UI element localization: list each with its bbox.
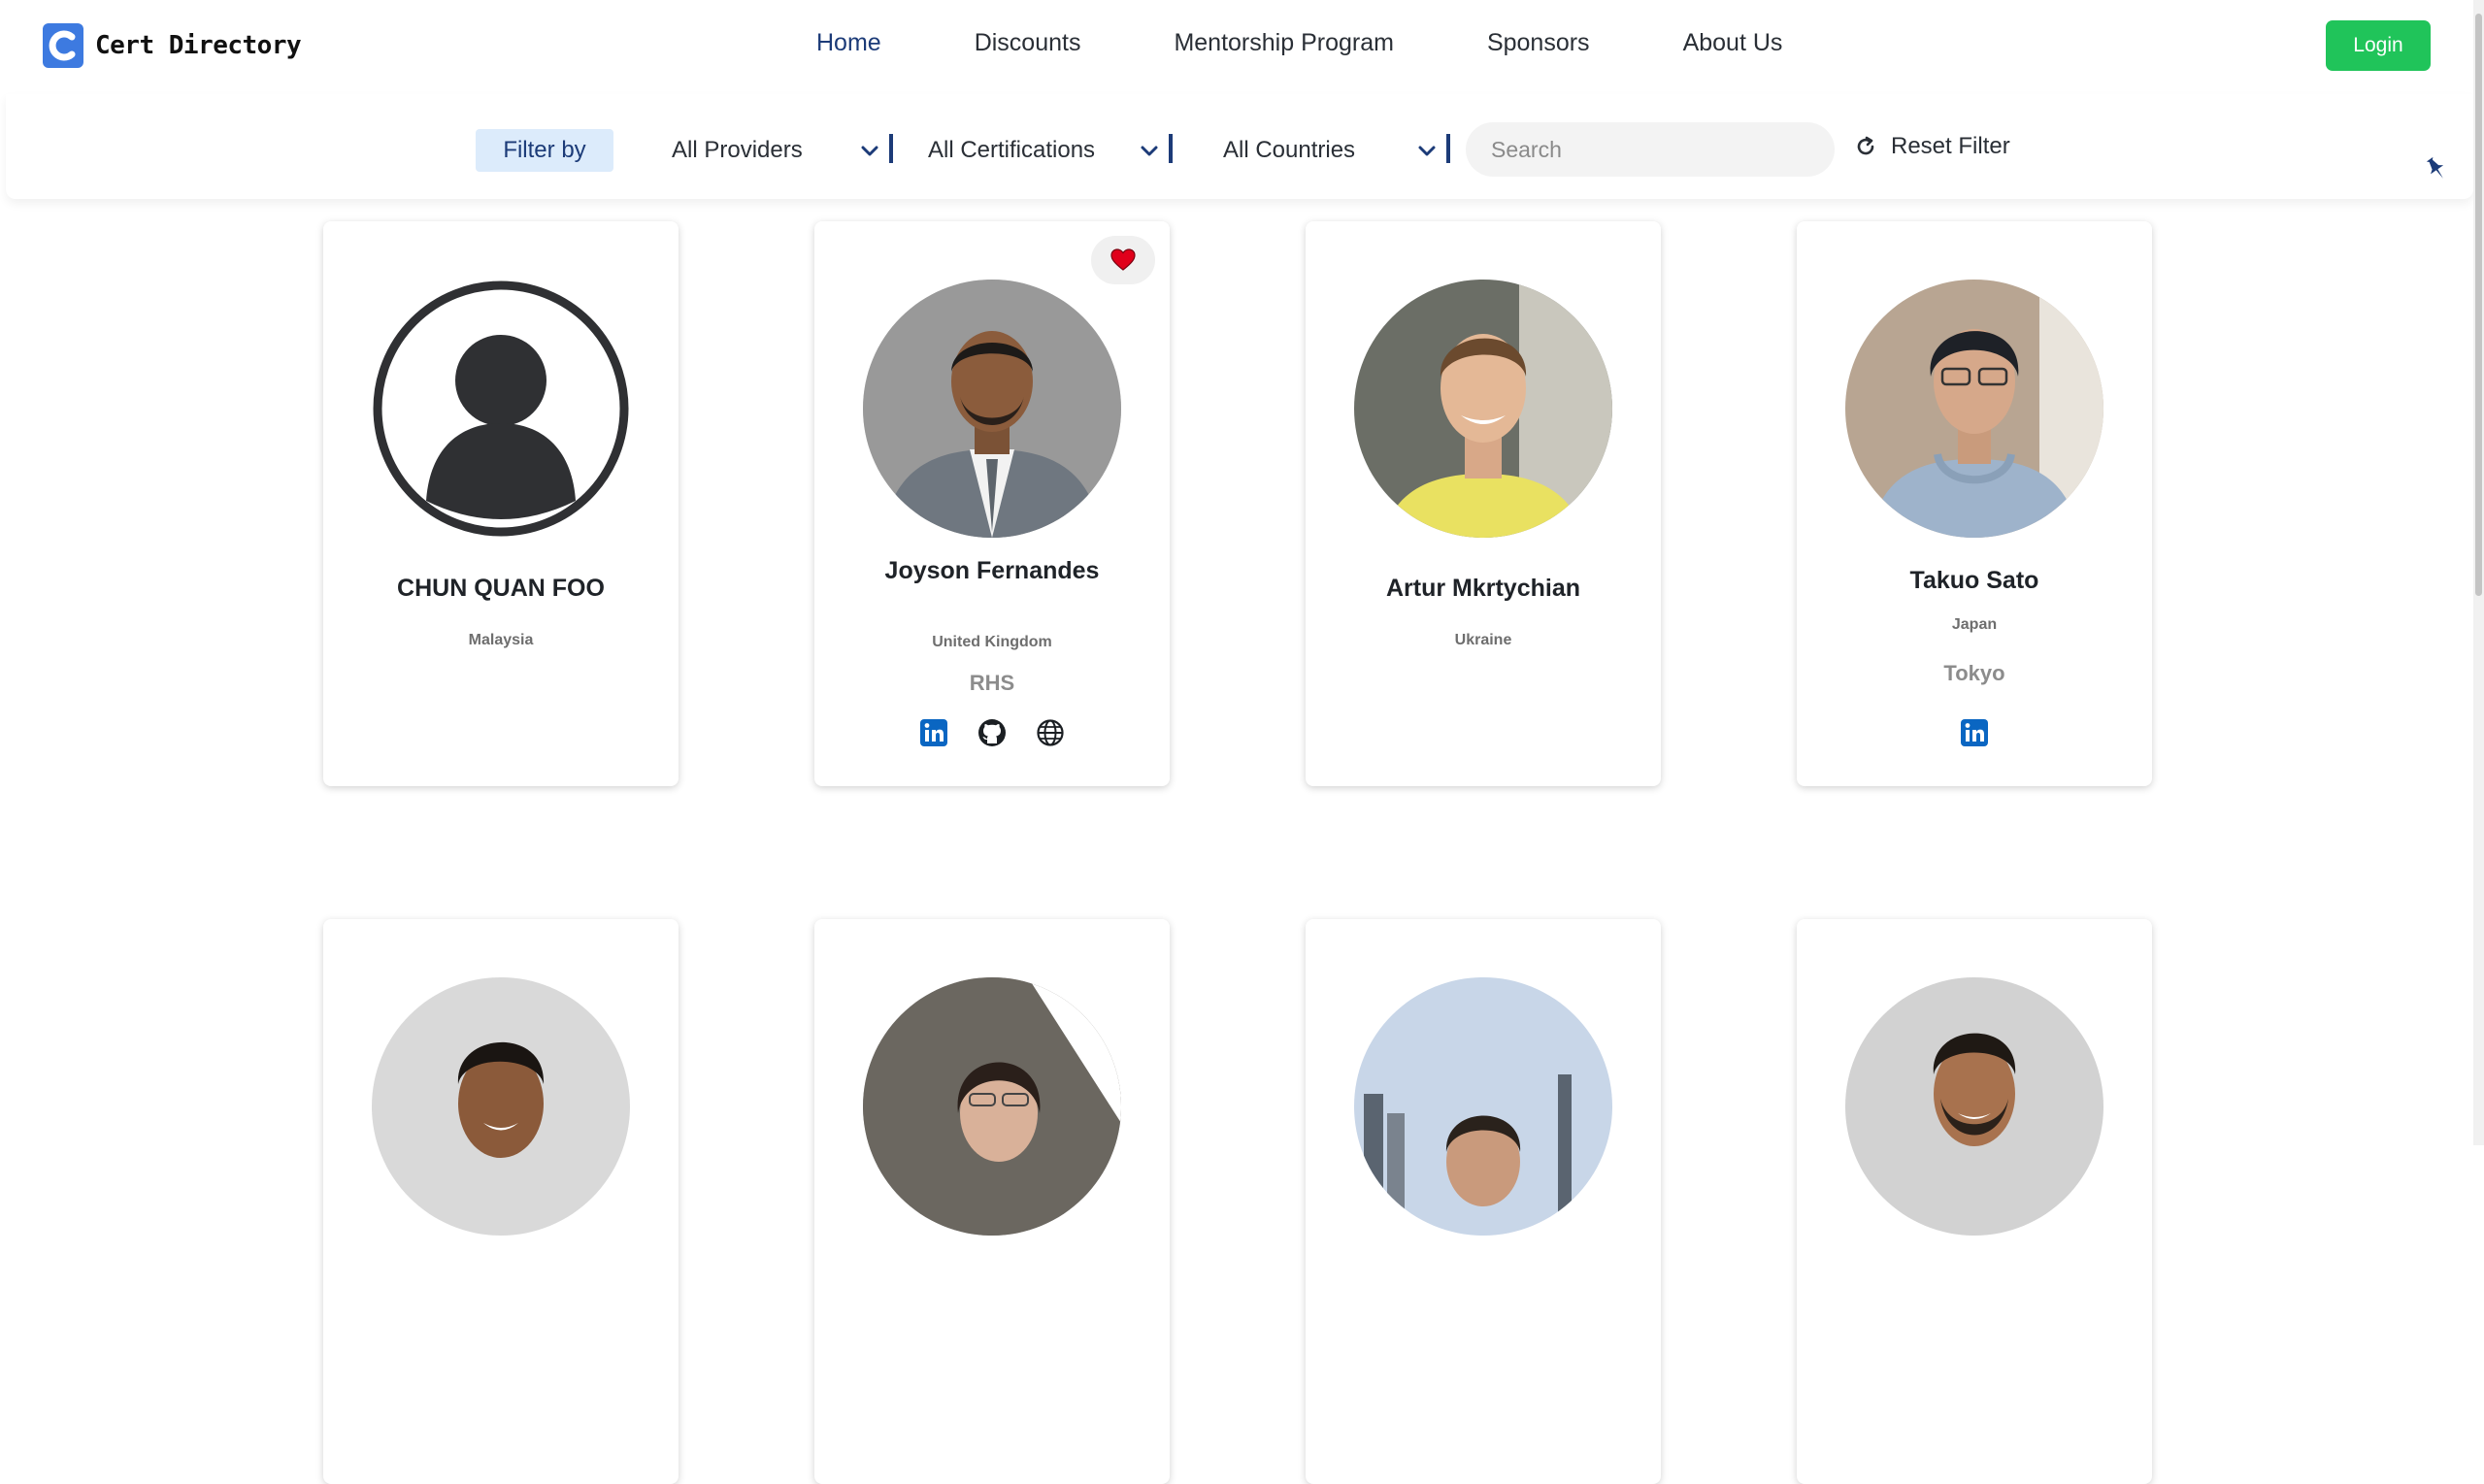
mentor-certification: RHS [969, 671, 1015, 695]
chevron-down-icon [861, 146, 878, 156]
pin-icon[interactable] [2423, 155, 2450, 182]
mentor-name: CHUN QUAN FOO [397, 575, 605, 602]
mentor-card[interactable]: Takuo Sato Japan Tokyo [1797, 221, 2152, 786]
linkedin-icon[interactable] [1960, 718, 1989, 747]
certifications-dropdown-label: All Certifications [928, 137, 1096, 163]
mentor-name: Takuo Sato [1909, 567, 2039, 594]
dropdown-divider [1169, 134, 1173, 163]
page-scrollbar[interactable] [2473, 0, 2484, 1145]
mentor-country: Ukraine [1454, 632, 1512, 648]
scrollbar-thumb[interactable] [2475, 14, 2482, 596]
linkedin-icon[interactable] [919, 718, 948, 747]
nav-sponsors[interactable]: Sponsors [1487, 29, 1590, 57]
social-links [1797, 718, 2152, 747]
mentor-country: Malaysia [468, 632, 534, 648]
logo-c-icon [43, 23, 83, 68]
login-button[interactable]: Login [2326, 20, 2431, 71]
countries-dropdown-label: All Countries [1223, 137, 1356, 163]
filter-by-label: Filter by [476, 129, 613, 172]
top-navbar: Cert Directory Home Discounts Mentorship… [0, 0, 2473, 93]
nav-about-us[interactable]: About Us [1683, 29, 1783, 57]
mentor-photo [1845, 280, 2103, 538]
nav-mentorship-program[interactable]: Mentorship Program [1174, 29, 1393, 57]
filter-bar: Filter by All Providers All Certificatio… [6, 94, 2473, 199]
mentor-card[interactable] [323, 919, 679, 1484]
dropdown-divider [1446, 134, 1450, 163]
mentor-photo [1845, 977, 2103, 1236]
mentor-photo [1354, 280, 1612, 538]
mentor-card[interactable] [1797, 919, 2152, 1484]
chevron-down-icon [1418, 146, 1436, 156]
chevron-down-icon [1141, 146, 1158, 156]
placeholder-avatar-icon [372, 280, 630, 538]
nav-discounts[interactable]: Discounts [975, 29, 1081, 57]
heart-icon [1110, 248, 1136, 271]
mentor-card[interactable] [1306, 919, 1661, 1484]
mentor-card[interactable]: Artur Mkrtychian Ukraine [1306, 221, 1661, 786]
mentor-photo [1354, 977, 1612, 1236]
github-icon[interactable] [977, 718, 1007, 747]
providers-dropdown[interactable]: All Providers [672, 129, 893, 172]
mentor-photo [863, 977, 1121, 1236]
favorite-button[interactable] [1091, 236, 1155, 284]
search-input[interactable] [1466, 122, 1835, 177]
mentor-photo [863, 280, 1121, 538]
certifications-dropdown[interactable]: All Certifications [928, 129, 1173, 172]
countries-dropdown[interactable]: All Countries [1223, 129, 1450, 172]
nav-home[interactable]: Home [816, 29, 881, 57]
mentor-card[interactable] [814, 919, 1170, 1484]
main-nav: Home Discounts Mentorship Program Sponso… [816, 29, 1875, 57]
mentor-country: Japan [1951, 616, 1998, 633]
reset-filter-button[interactable]: Reset Filter [1854, 133, 2010, 160]
dropdown-divider [889, 134, 893, 163]
globe-icon[interactable] [1036, 718, 1065, 747]
brand-logo[interactable]: Cert Directory [43, 23, 302, 68]
refresh-icon [1857, 136, 1874, 155]
mentor-city: Tokyo [1943, 661, 2005, 685]
mentor-card[interactable]: CHUN QUAN FOO Malaysia [323, 221, 679, 786]
reset-filter-label: Reset Filter [1891, 133, 2010, 159]
brand-name: Cert Directory [95, 31, 302, 60]
providers-dropdown-label: All Providers [672, 137, 803, 163]
mentor-card[interactable]: Joyson Fernandes United Kingdom RHS [814, 221, 1170, 786]
mentor-name: Artur Mkrtychian [1385, 575, 1581, 602]
mentor-name: Joyson Fernandes [884, 557, 1100, 584]
mentor-country: United Kingdom [932, 634, 1052, 650]
mentor-photo [372, 977, 630, 1236]
social-links [814, 718, 1170, 747]
